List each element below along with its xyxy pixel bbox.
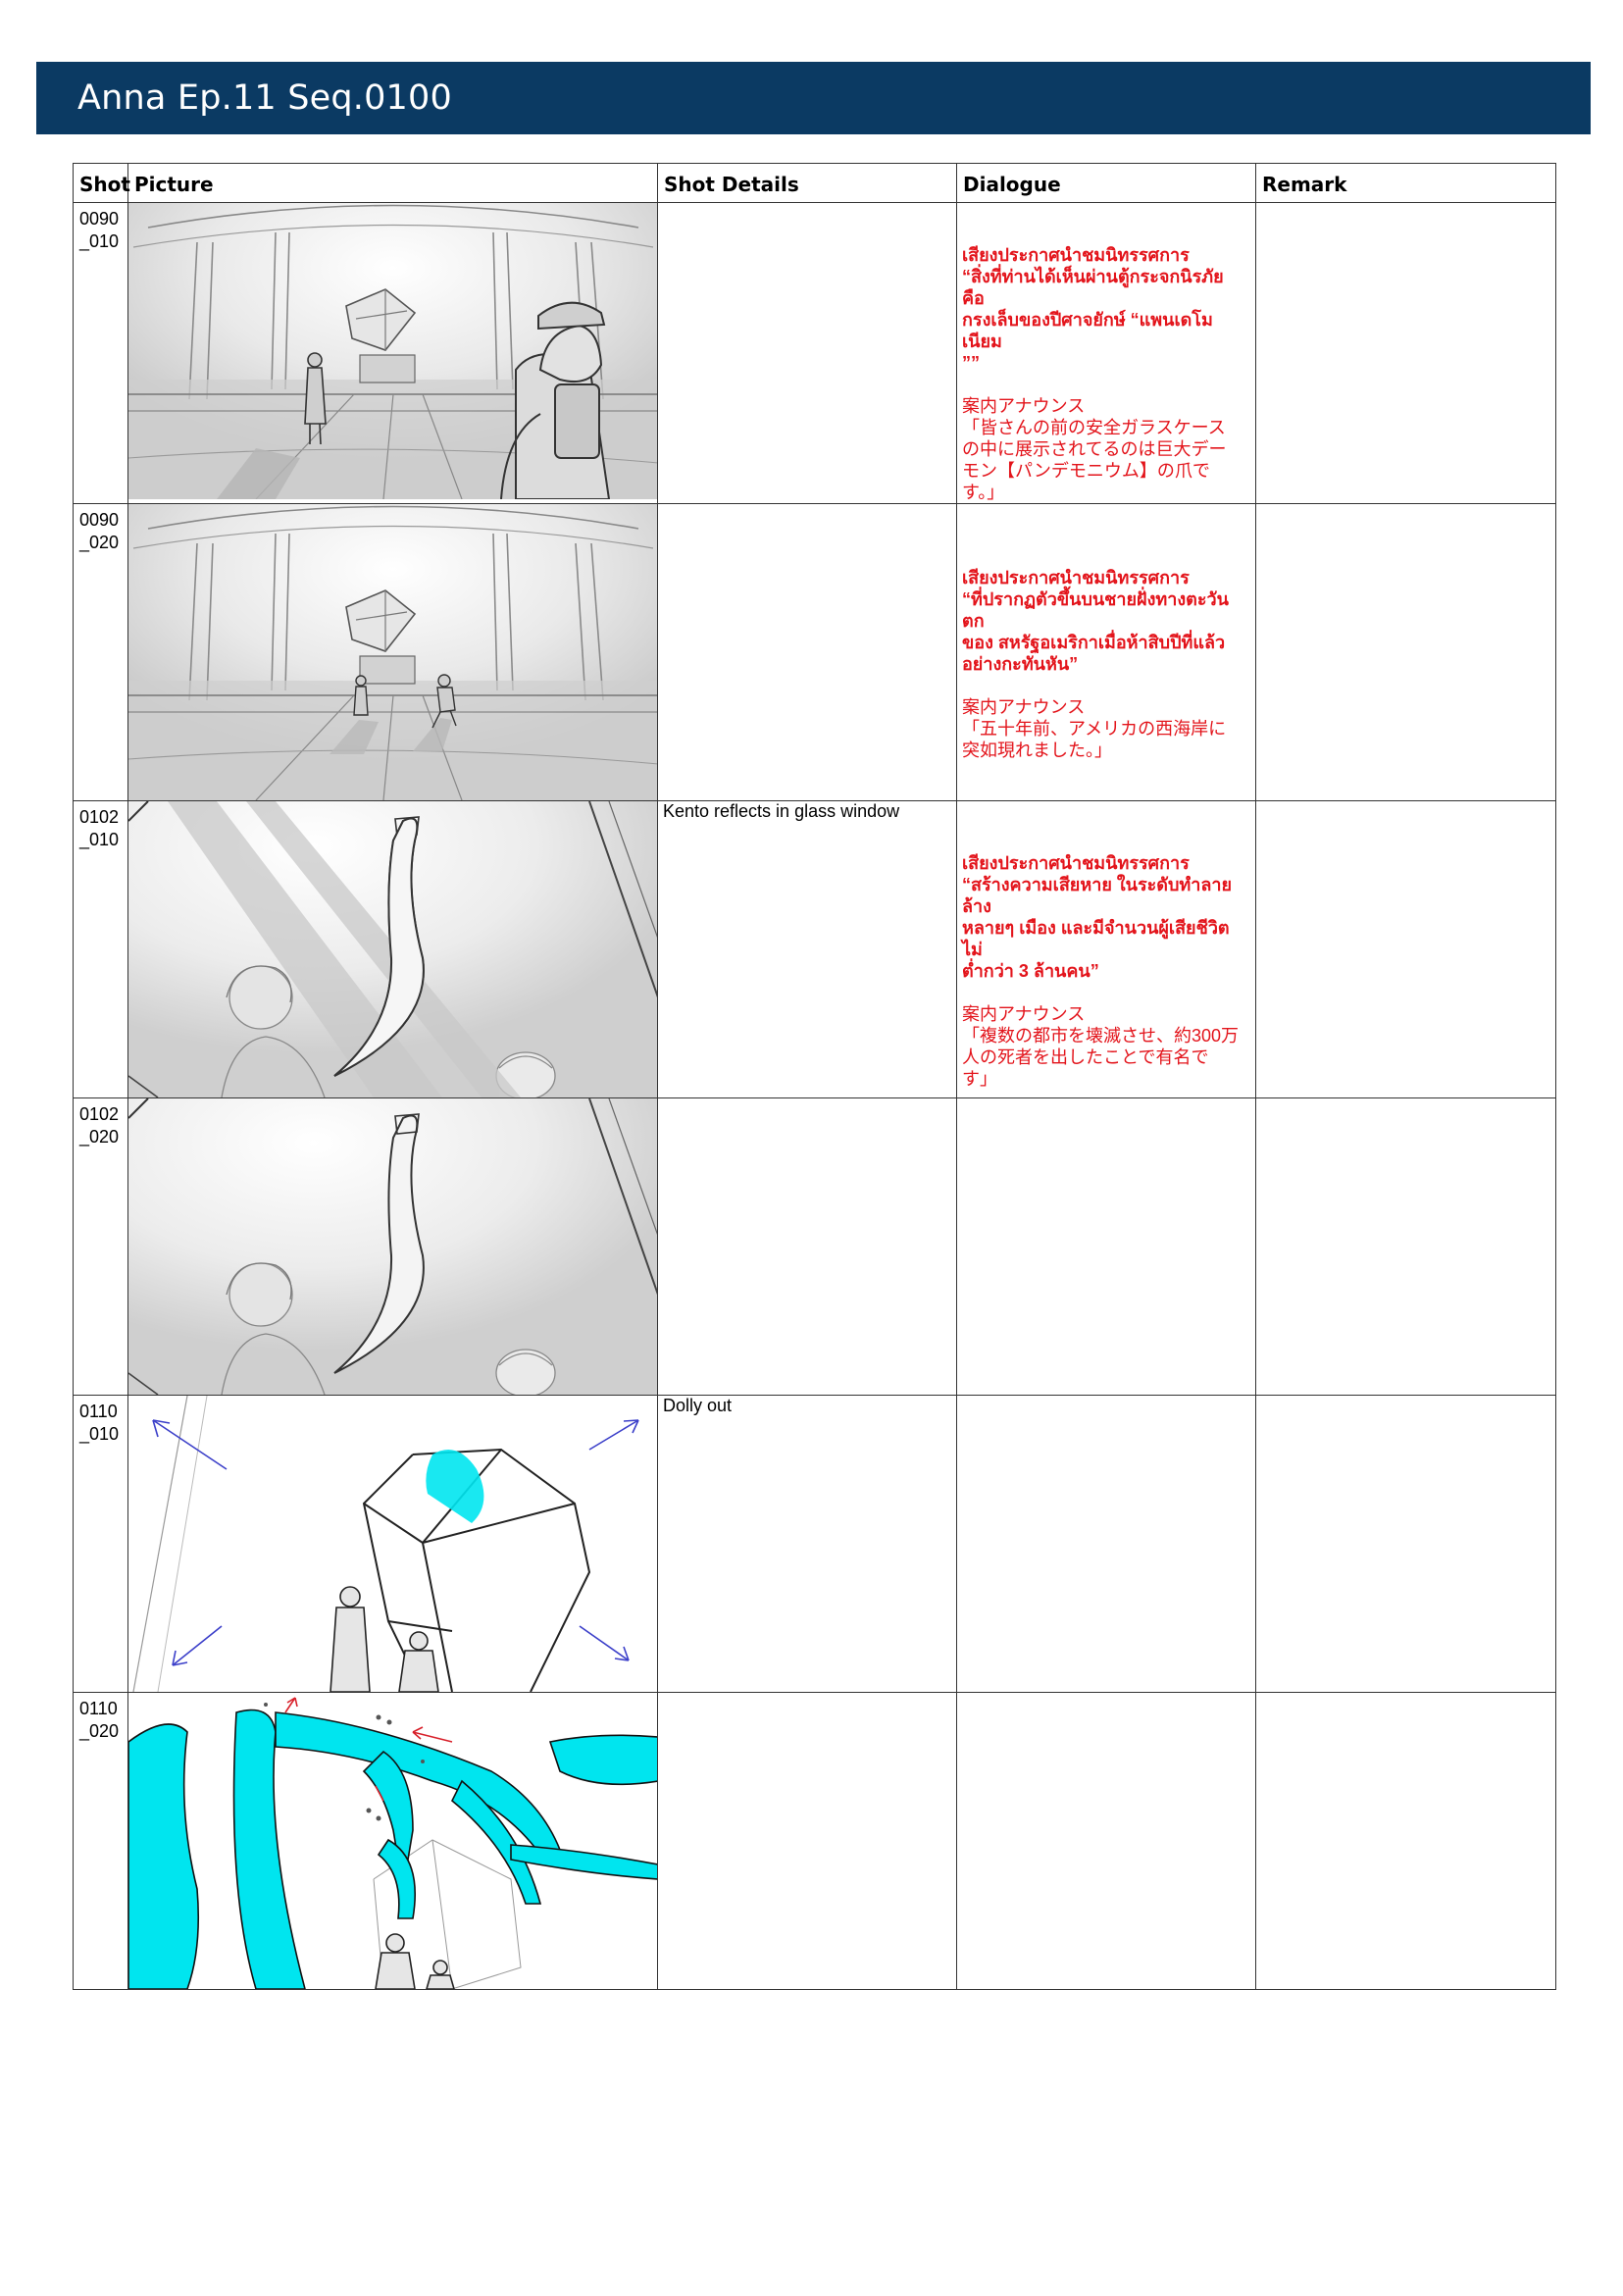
shot-details-cell [657, 202, 957, 504]
dialogue-thai: เสียงประกาศนำชมนิทรรศการ “สร้างความเสียห… [962, 853, 1233, 981]
picture-cell [127, 1395, 658, 1693]
picture-cell [127, 1692, 658, 1990]
remark-cell [1255, 503, 1556, 801]
shot-details-cell [657, 1692, 957, 1990]
dialogue-thai: เสียงประกาศนำชมนิทรรศการ “สิ่งที่ท่านได้… [962, 245, 1224, 373]
dialogue-japanese: 案内アナウンス 「皆さんの前の安全ガラスケース の中に展示されてるのは巨大デー … [962, 396, 1227, 502]
remark-cell [1255, 800, 1556, 1098]
picture-cell [127, 202, 658, 504]
shot-cell: 0102 _020 [73, 1097, 128, 1396]
shot-number: 0090 _010 [79, 209, 120, 251]
dialogue-japanese: 案内アナウンス 「複数の都市を壊滅させ、約300万 人の死者を出したことで有名で… [962, 1004, 1240, 1089]
table-row: 0102 _010 Kento reflects in glass window… [73, 800, 1556, 1098]
storyboard-table: Shot Picture Shot Details Dialogue Remar… [73, 163, 1556, 1990]
dialogue-thai: เสียงประกาศนำชมนิทรรศการ “ที่ปรากฏตัวขึ้… [962, 568, 1229, 674]
shot-number: 0110 _020 [79, 1699, 120, 1741]
remark-cell [1255, 1097, 1556, 1396]
shot-details-cell: Dolly out [657, 1395, 957, 1693]
shot-cell: 0110 _010 [73, 1395, 128, 1693]
remark-cell [1255, 202, 1556, 504]
picture-cell [127, 1097, 658, 1396]
dialogue-cell [956, 1097, 1256, 1396]
dialogue-cell [956, 1692, 1256, 1990]
shot-details-cell [657, 503, 957, 801]
header-shot-details: Shot Details [657, 163, 957, 203]
header-row: Shot Picture Shot Details Dialogue Remar… [73, 163, 1556, 203]
header-dialogue: Dialogue [956, 163, 1256, 203]
dialogue-japanese: 案内アナウンス 「五十年前、アメリカの西海岸に 突如現れました。」 [962, 697, 1227, 760]
shot-number: 0090 _020 [79, 510, 120, 552]
shot-details-cell [657, 1097, 957, 1396]
table-row: 0110 _020 [73, 1692, 1556, 1990]
shot-number: 0102 _010 [79, 807, 120, 849]
shot-details-cell: Kento reflects in glass window [657, 800, 957, 1098]
page-title: Anna Ep.11 Seq.0100 [77, 78, 452, 118]
shot-details-text: Kento reflects in glass window [663, 801, 900, 821]
shot-cell: 0102 _010 [73, 800, 128, 1098]
shot-cell: 0090 _010 [73, 202, 128, 504]
dialogue: เสียงประกาศนำชมนิทรรศการ “สร้างความเสียห… [957, 852, 1255, 1090]
dialogue-cell: เสียงประกาศนำชมนิทรรศการ “สิ่งที่ท่านได้… [956, 202, 1256, 504]
dialogue-cell: เสียงประกาศนำชมนิทรรศการ “สร้างความเสียห… [956, 800, 1256, 1098]
remark-cell [1255, 1692, 1556, 1990]
dialogue-cell [956, 1395, 1256, 1693]
shot-cell: 0110 _020 [73, 1692, 128, 1990]
shot-details-text: Dolly out [663, 1396, 733, 1415]
dialogue-cell: เสียงประกาศนำชมนิทรรศการ “ที่ปรากฏตัวขึ้… [956, 503, 1256, 801]
shot-cell: 0090 _020 [73, 503, 128, 801]
remark-cell [1255, 1395, 1556, 1693]
table-row: 0090 _020 เสียงประกาศนำชมนิทรรศการ “ที่ป… [73, 503, 1556, 801]
table-row: 0110 _010 Dolly out [73, 1395, 1556, 1693]
table-row: 0102 _020 [73, 1097, 1556, 1396]
header-shot: Shot [73, 163, 130, 203]
header-picture: Picture [127, 163, 658, 203]
shot-number: 0110 _010 [79, 1402, 120, 1444]
picture-cell [127, 503, 658, 801]
dialogue: เสียงประกาศนำชมนิทรรศการ “ที่ปรากฏตัวขึ้… [957, 567, 1255, 761]
picture-cell [127, 800, 658, 1098]
storyboard-panel-0090-010 [128, 203, 658, 499]
storyboard-panel-0110-010 [128, 1396, 657, 1692]
header-remark: Remark [1255, 163, 1556, 203]
dialogue: เสียงประกาศนำชมนิทรรศการ “สิ่งที่ท่านได้… [957, 244, 1255, 503]
shot-number: 0102 _020 [79, 1104, 120, 1147]
title-bar: Anna Ep.11 Seq.0100 [36, 62, 1591, 134]
table-row: 0090 _010 เสียงประกาศนำชมนิทรรศการ “สิ่ง… [73, 202, 1556, 504]
storyboard-panel-0102-020 [128, 1098, 658, 1395]
storyboard-panel-0090-020 [128, 504, 658, 800]
storyboard-panel-0102-010 [128, 801, 658, 1097]
storyboard-panel-0110-020 [128, 1693, 657, 1989]
